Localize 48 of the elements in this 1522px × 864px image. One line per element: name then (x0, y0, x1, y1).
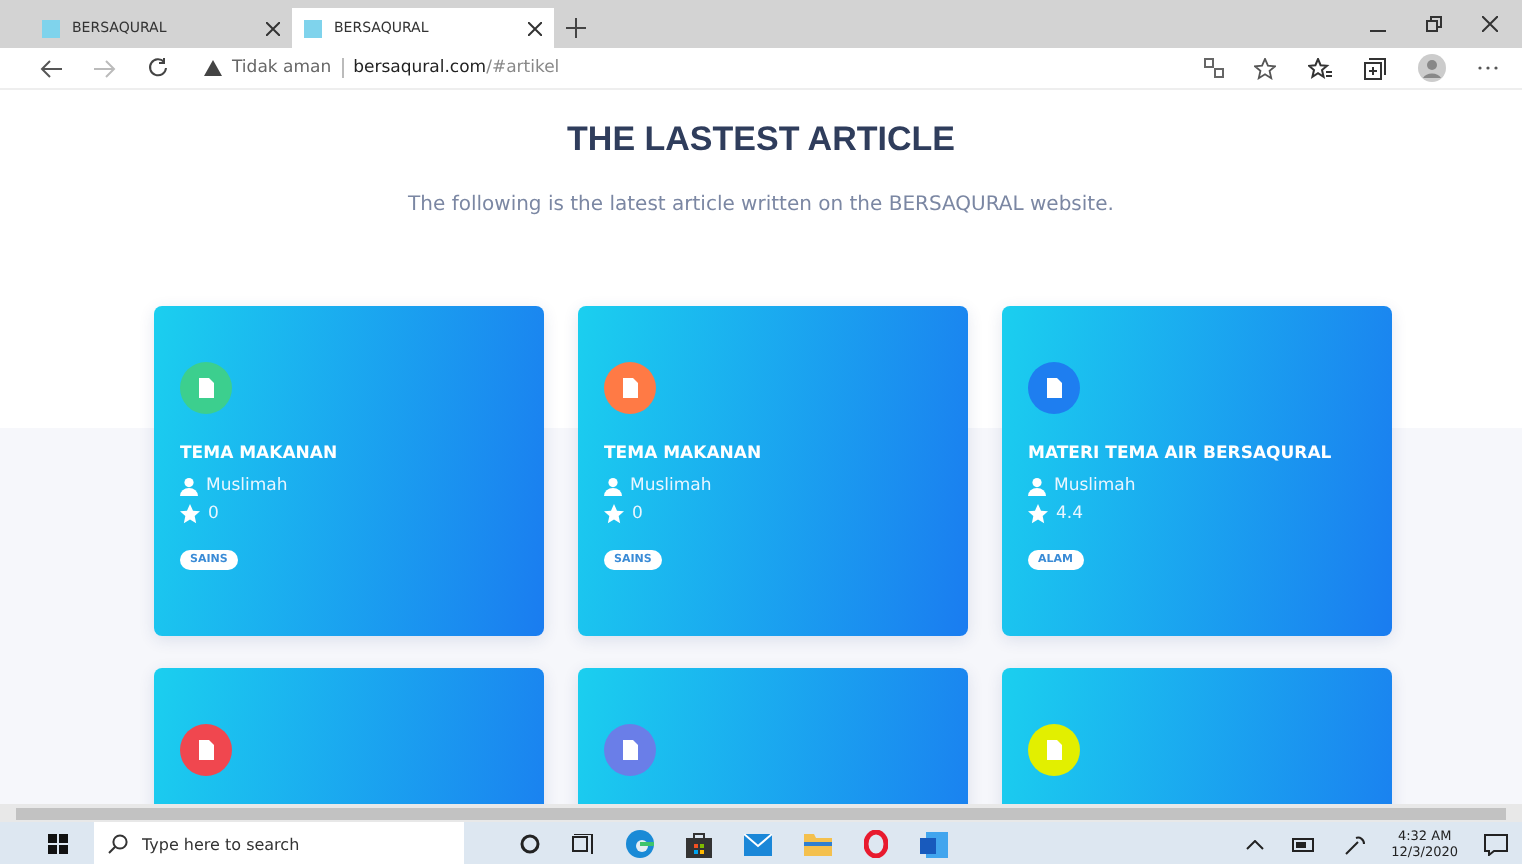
article-title[interactable]: TEMA MAKANAN (180, 444, 338, 464)
rating-value: 0 (632, 504, 643, 524)
new-tab-icon[interactable] (566, 18, 586, 38)
star-outline-icon[interactable] (1254, 57, 1276, 79)
edge-browser-icon[interactable] (626, 830, 654, 858)
notification-icon[interactable] (1484, 833, 1508, 855)
user-icon (1028, 477, 1046, 495)
address-field[interactable]: Tidak aman bersaqural.com/#artikel (200, 50, 1276, 86)
author-name: Muslimah (206, 476, 288, 496)
close-icon[interactable] (528, 21, 542, 35)
mail-icon[interactable] (744, 833, 772, 855)
store-bag-icon[interactable] (686, 831, 712, 857)
article-title[interactable]: TEMA MAKANAN (604, 444, 762, 464)
author-name: Muslimah (630, 476, 712, 496)
section-heading: THE LASTEST ARTICLE (565, 120, 957, 160)
profile-avatar-icon[interactable] (1418, 54, 1446, 82)
chevron-up-icon[interactable] (1245, 839, 1264, 849)
star-icon (604, 504, 624, 524)
word-app-icon[interactable] (920, 831, 948, 857)
refresh-icon[interactable] (148, 58, 168, 78)
page-icon (42, 19, 60, 37)
star-icon (180, 504, 200, 524)
close-icon[interactable] (1482, 16, 1498, 32)
collections-icon[interactable] (1364, 57, 1386, 79)
warning-icon (204, 60, 222, 76)
user-icon (604, 477, 622, 495)
back-icon[interactable] (40, 59, 62, 77)
author-name: Muslimah (1054, 476, 1136, 496)
windows-start-icon[interactable] (48, 834, 68, 854)
article-title[interactable]: MATERI TEMA AIR BERSAQURAL (1028, 444, 1332, 464)
taskbar-search-field[interactable]: Type here to search (94, 822, 464, 864)
rating-value: 0 (208, 504, 219, 524)
search-icon (108, 834, 128, 854)
task-view-icon[interactable] (572, 834, 594, 854)
translate-icon[interactable] (1204, 58, 1224, 78)
horizontal-scrollbar[interactable] (0, 804, 1522, 822)
rating-value: 4.4 (1056, 504, 1084, 524)
restore-icon[interactable] (1426, 16, 1442, 32)
battery-icon[interactable] (1291, 837, 1316, 851)
cortana-circle-icon[interactable] (520, 834, 540, 854)
folder-icon[interactable] (804, 833, 832, 855)
opera-browser-icon[interactable] (864, 830, 888, 858)
page-icon (304, 19, 322, 37)
section-subtitle: The following is the latest article written on the BERSAQURAL website. (406, 194, 1116, 216)
favorites-icon[interactable] (1308, 57, 1332, 79)
star-icon (1028, 504, 1048, 524)
user-icon (180, 477, 198, 495)
close-icon[interactable] (266, 21, 280, 35)
